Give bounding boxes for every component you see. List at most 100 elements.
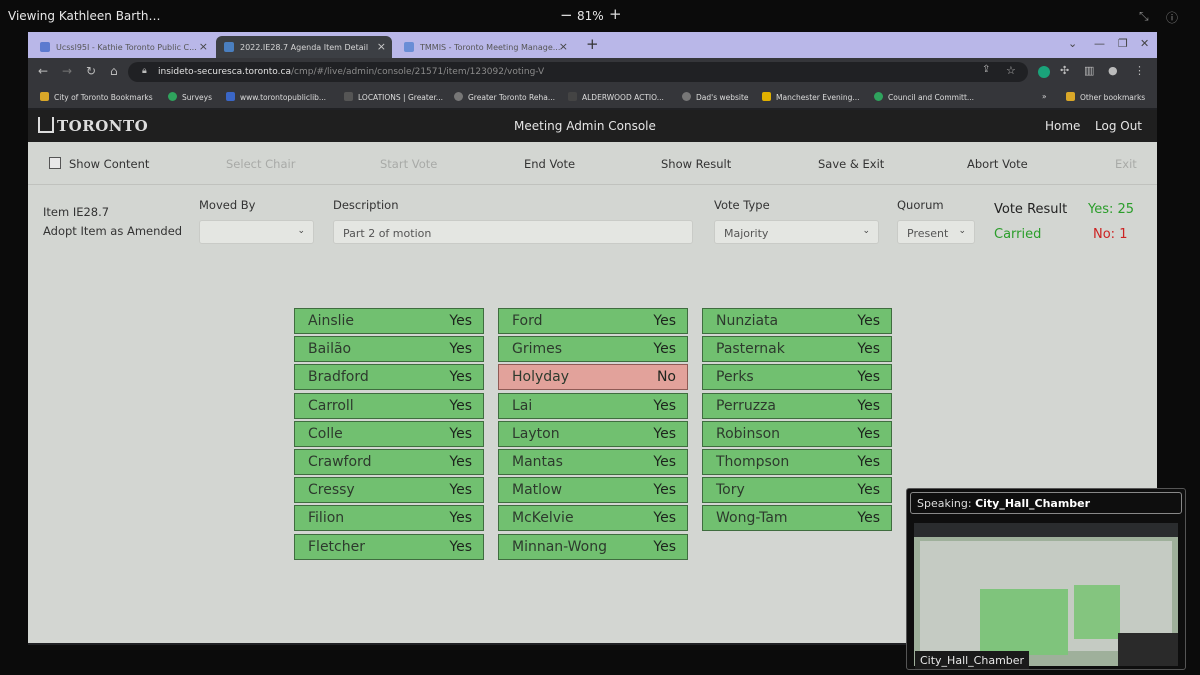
address-bar: ← → ↻ ⌂ 🔒︎ insideto-securesca.toronto.ca… [28,58,1157,86]
profile-icon[interactable]: ● [1108,64,1118,77]
bookmark-item[interactable]: LOCATIONS | Greater... [344,92,443,102]
star-icon[interactable]: ☆ [1006,64,1016,77]
bookmark-item[interactable]: Council and Committ... [874,92,974,102]
item-id: Item IE28.7 [43,205,110,219]
survey-icon [168,92,177,101]
vote-value: Yes [653,453,676,470]
vote-value: Yes [857,313,880,329]
councillor-name: Cressy [308,482,355,499]
vote-value: Yes [449,397,472,414]
globe-icon [40,42,50,52]
vote-value: Yes [653,425,676,442]
more-bookmarks-button[interactable]: » [1042,92,1047,101]
bookmark-item[interactable]: Other bookmarks [1066,92,1145,102]
vote-value: Yes [449,369,472,386]
puzzle-icon[interactable]: ✣ [1060,64,1069,77]
logout-link[interactable]: Log Out [1095,119,1142,133]
page-icon [568,92,577,101]
info-icon[interactable]: ⓘ [1166,9,1180,25]
speaker-video-panel[interactable]: Speaking: City_Hall_Chamber [906,488,1186,670]
vote-row: Nunziata Yes [702,308,892,334]
vote-row: Carroll Yes [294,392,484,419]
councillor-name: Bradford [308,369,369,386]
vote-row: Perruzza Yes [702,392,892,419]
show-result-button[interactable]: Show Result [661,157,731,171]
vote-value: Yes [653,341,676,358]
vote-value: Yes [857,369,880,386]
speaking-indicator: Speaking: City_Hall_Chamber [910,492,1182,514]
menu-icon[interactable]: ⋮ [1134,64,1145,77]
show-content-checkbox[interactable] [49,157,61,169]
save-exit-button[interactable]: Save & Exit [818,157,884,171]
councillor-name: Holyday [512,369,570,386]
vote-row: Robinson Yes [702,420,892,447]
description-input[interactable]: Part 2 of motion [333,220,693,244]
vote-value: Yes [653,397,676,414]
moved-by-select[interactable]: ⌄ [199,220,314,244]
sidebar-icon[interactable]: ▥ [1084,64,1094,77]
close-icon[interactable]: × [559,40,568,53]
vote-value: No [656,369,676,386]
yes-count: Yes: 25 [1088,202,1135,217]
bookmark-item[interactable]: City of Toronto Bookmarks [40,92,153,102]
vote-row: Layton Yes [498,420,688,447]
vote-value: Yes [857,482,880,499]
home-link[interactable]: Home [1045,119,1080,133]
show-content-label[interactable]: Show Content [69,157,149,171]
new-tab-button[interactable]: + [586,35,599,53]
bookmark-item[interactable]: www.torontopubliclib... [226,92,326,102]
bookmark-item[interactable]: Surveys [168,92,212,102]
councillor-name: Ford [512,313,543,329]
bookmark-item[interactable]: Manchester Evening... [762,92,860,102]
toronto-logo[interactable]: TORONTO [38,117,148,135]
vote-type-select[interactable]: Majority ⌄ [714,220,879,244]
extension-icon[interactable] [1038,66,1050,78]
app-header: TORONTO Meeting Admin Console Home Log O… [28,110,1157,142]
reload-icon[interactable]: ↻ [86,64,96,78]
speaker-video [914,523,1178,666]
zoom-in-button[interactable]: + [609,5,622,23]
toronto-icon [224,42,234,52]
councillor-name: Fletcher [308,538,365,555]
quorum-select[interactable]: Present ⌄ [897,220,975,244]
bookmark-item[interactable]: ALDERWOOD ACTIO... [568,92,664,102]
zoom-out-button[interactable]: − [560,6,573,24]
bookmark-item[interactable]: Dad's website [682,92,749,102]
vote-row: Crawford Yes [294,448,484,475]
expand-icon[interactable]: ⤡ [1139,9,1153,23]
minimize-icon[interactable]: — [1094,37,1105,50]
chevron-down-icon[interactable]: ⌄ [1068,37,1077,50]
vote-type-label: Vote Type [714,198,770,212]
share-icon[interactable]: ⇪ [982,64,990,75]
close-icon[interactable]: × [377,40,386,53]
video-vote-column [980,589,1068,655]
close-window-icon[interactable]: ✕ [1140,37,1149,50]
no-count: No: 1 [1093,227,1128,242]
vote-value: Yes [449,313,472,329]
exit-button[interactable]: Exit [1115,157,1137,171]
councillor-name: Wong-Tam [716,510,788,527]
back-arrow-icon[interactable]: ← [38,64,48,78]
browser-tab-2[interactable]: 2022.IE28.7 Agenda Item Detail × [216,36,392,58]
city-hall-icon [38,117,54,133]
end-vote-button[interactable]: End Vote [524,157,575,171]
select-chair-button[interactable]: Select Chair [226,157,295,171]
toronto-icon [404,42,414,52]
maximize-icon[interactable]: ❐ [1118,37,1128,50]
vote-row-no: Holyday No [498,364,688,391]
abort-vote-button[interactable]: Abort Vote [967,157,1028,171]
start-vote-button[interactable]: Start Vote [380,157,437,171]
globe-icon [454,92,463,101]
bookmark-item[interactable]: Greater Toronto Reha... [454,92,555,102]
browser-tab-3[interactable]: TMMIS - Toronto Meeting Manage... × [396,36,574,58]
browser-tab-1[interactable]: Ucssl95I - Kathie Toronto Public C... × [32,36,214,58]
url-input[interactable]: 🔒︎ insideto-securesca.toronto.ca/cmp/#/l… [128,62,1028,82]
vote-column-3: Nunziata Yes Pasternak Yes Perks Yes Perruz… [702,308,892,534]
close-icon[interactable]: × [199,40,208,53]
vote-value: Yes [857,425,880,442]
councillor-name: Pasternak [716,341,785,358]
vote-value: Yes [449,538,472,555]
vote-value: Yes [653,313,676,329]
forward-arrow-icon[interactable]: → [62,64,72,78]
home-icon[interactable]: ⌂ [110,64,118,78]
